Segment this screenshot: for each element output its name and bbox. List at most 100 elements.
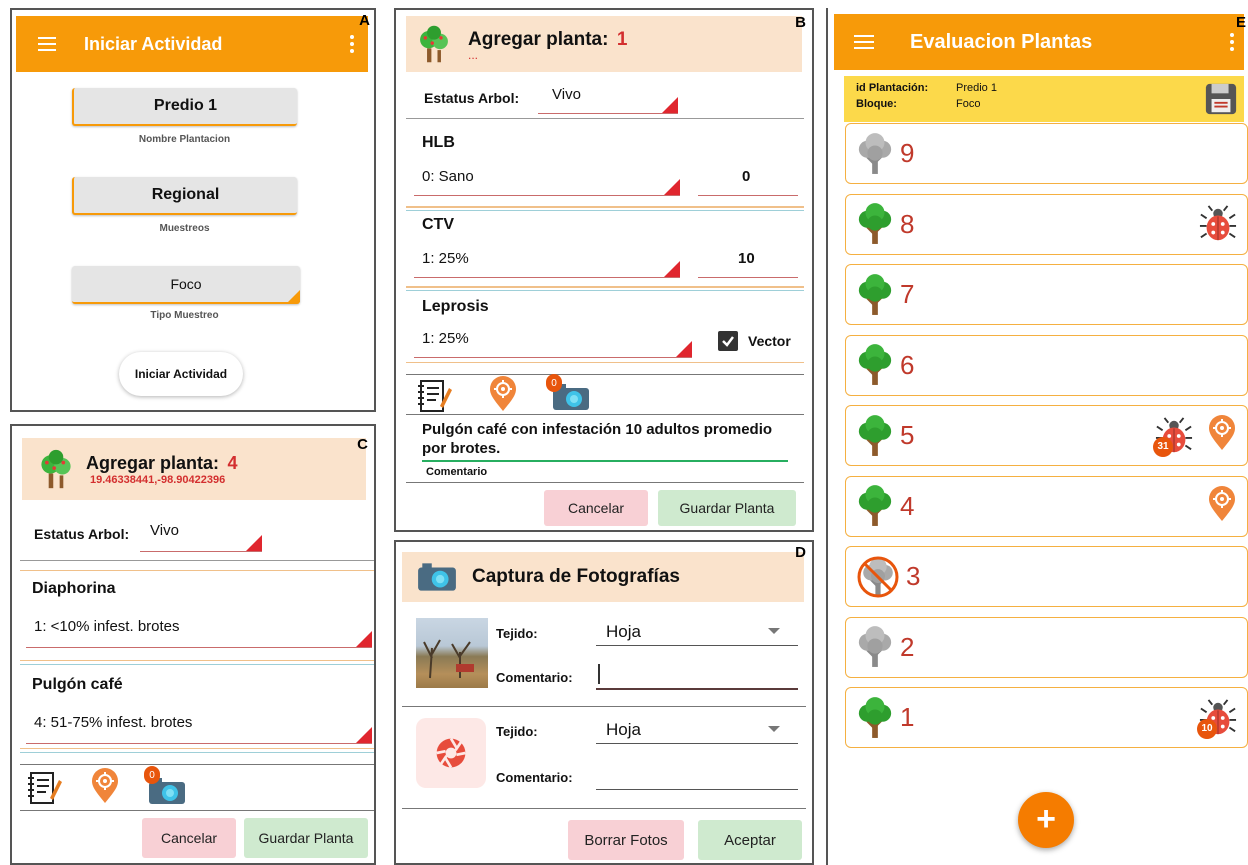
- ctv-title: CTV: [422, 216, 454, 233]
- save-plant-button[interactable]: Guardar Planta: [658, 490, 796, 526]
- comentario-input[interactable]: [596, 760, 798, 790]
- vector-checkbox[interactable]: [718, 331, 738, 351]
- coordinates: ...: [468, 48, 479, 62]
- form-header: Agregar planta: 1 ...: [406, 16, 802, 72]
- leprosis-select[interactable]: 1: 25%: [414, 328, 692, 358]
- tejido-select[interactable]: Hoja: [596, 616, 798, 646]
- divider: [20, 748, 374, 749]
- estatus-select[interactable]: Vivo: [538, 82, 678, 114]
- tipo-muestreo-select[interactable]: Foco: [72, 266, 300, 304]
- form-title: Agregar planta:: [86, 452, 220, 473]
- plant-number: 6: [900, 349, 915, 380]
- hlb-count-input[interactable]: 0: [698, 166, 798, 196]
- plus-icon: +: [1036, 799, 1056, 838]
- hlb-title: HLB: [422, 134, 455, 151]
- comment-text: Pulgón café con infestación 10 adultos p…: [422, 421, 773, 457]
- comment-label: Comentario: [426, 466, 488, 478]
- plant-card[interactable]: 5 31: [845, 405, 1248, 466]
- comment-input[interactable]: Pulgón café con infestación 10 adultos p…: [422, 420, 788, 462]
- plant-number: 3: [906, 561, 921, 591]
- leprosis-title: Leprosis: [422, 298, 489, 315]
- predio-button[interactable]: Predio 1: [72, 88, 297, 126]
- panel-c: C Agregar planta: 4 19.46338441,-98.9042…: [10, 424, 376, 865]
- photo-thumbnail[interactable]: [416, 618, 488, 688]
- location-pin-icon[interactable]: [90, 768, 120, 804]
- menu-icon[interactable]: [38, 37, 56, 51]
- delete-photos-button[interactable]: Borrar Fotos: [568, 820, 684, 860]
- dropdown-triangle-icon: [664, 179, 680, 195]
- photo-title: Captura de Fotografías: [472, 566, 680, 587]
- cancel-button[interactable]: Cancelar: [544, 490, 648, 526]
- panel-label-c: C: [357, 436, 368, 453]
- muestreo-button[interactable]: Regional: [72, 177, 297, 215]
- comentario-label: Comentario:: [496, 770, 573, 785]
- panel-label-d: D: [795, 544, 806, 561]
- take-photo-button[interactable]: [416, 718, 486, 788]
- tejido-value: Hoja: [606, 622, 641, 641]
- plant-card[interactable]: 1 10: [845, 687, 1248, 748]
- dropdown-triangle-icon: [664, 261, 680, 277]
- camera-aperture-icon: [433, 735, 469, 771]
- diaphorina-select[interactable]: 1: <10% infest. brotes: [26, 614, 372, 648]
- add-plant-fab[interactable]: +: [1018, 792, 1074, 848]
- dropdown-triangle-icon: [676, 341, 692, 357]
- form-title: Agregar planta:: [468, 29, 609, 50]
- divider: [20, 752, 374, 753]
- divider: [406, 206, 804, 208]
- divider: [20, 560, 374, 561]
- pulgon-select[interactable]: 4: 51-75% infest. brotes: [26, 710, 372, 744]
- hlb-select[interactable]: 0: Sano: [414, 166, 680, 196]
- comentario-input[interactable]: [596, 660, 798, 690]
- plant-card[interactable]: 9: [845, 123, 1248, 184]
- start-activity-button[interactable]: Iniciar Actividad: [119, 352, 243, 396]
- dropdown-arrow-icon: [768, 628, 780, 634]
- ctv-count-input[interactable]: 10: [698, 248, 798, 278]
- tejido-select[interactable]: Hoja: [596, 714, 798, 744]
- pest-bug-icon[interactable]: 31: [1153, 417, 1193, 457]
- tree-photo-icon: [423, 639, 474, 679]
- overflow-menu-icon[interactable]: [1230, 33, 1234, 51]
- photo-count-badge: 0: [546, 374, 562, 392]
- cancel-button[interactable]: Cancelar: [142, 818, 236, 858]
- divider: [402, 808, 806, 809]
- panel-e: E Evaluacion Plantas id Plantación: Pred…: [826, 8, 1248, 865]
- save-floppy-icon[interactable]: [1204, 81, 1238, 117]
- dropdown-arrow-icon: [768, 726, 780, 732]
- ctv-select[interactable]: 1: 25%: [414, 248, 680, 278]
- estatus-label: Estatus Arbol:: [424, 90, 520, 106]
- menu-icon[interactable]: [854, 35, 874, 49]
- plant-card[interactable]: 4: [845, 475, 1248, 537]
- overflow-menu-icon[interactable]: [350, 35, 354, 53]
- plant-card[interactable]: 6: [845, 334, 1248, 396]
- plant-card[interactable]: 3: [845, 546, 1248, 607]
- hlb-count: 0: [742, 168, 751, 185]
- save-plant-button[interactable]: Guardar Planta: [244, 818, 368, 858]
- green-tree-icon: [856, 273, 894, 317]
- panel-d: D Captura de Fotografías Tejido: Hoja Co…: [394, 540, 814, 865]
- notebook-icon[interactable]: [26, 770, 62, 806]
- panel-b: B Agregar planta: 1 ... Estatus Arbol: V…: [394, 8, 814, 532]
- pest-bug-icon[interactable]: 10: [1197, 699, 1237, 739]
- plant-card[interactable]: 8: [845, 193, 1248, 255]
- diaphorina-title: Diaphorina: [32, 580, 116, 597]
- pest-bug-icon[interactable]: [1199, 205, 1237, 243]
- accept-button[interactable]: Aceptar: [698, 820, 802, 860]
- location-pin-icon[interactable]: [1207, 415, 1237, 456]
- coordinates: 19.46338441,-98.90422396: [90, 473, 226, 486]
- pulgon-value: 4: 51-75% infest. brotes: [34, 714, 193, 731]
- tree-icon: [414, 24, 454, 64]
- tree-icon: [36, 448, 76, 490]
- app-bar: Iniciar Actividad: [16, 16, 368, 72]
- plant-card[interactable]: 2: [845, 616, 1248, 678]
- location-pin-icon[interactable]: [488, 376, 518, 412]
- plant-number: 4: [900, 490, 915, 521]
- plant-number: 2: [900, 631, 915, 662]
- estatus-select[interactable]: Vivo: [140, 520, 262, 552]
- plant-card[interactable]: 7: [845, 264, 1248, 325]
- pest-count-badge: 10: [1197, 718, 1217, 739]
- notebook-icon[interactable]: [416, 378, 452, 414]
- bloque-value: Foco: [956, 98, 981, 110]
- divider: [406, 210, 804, 211]
- ctv-value: 1: 25%: [422, 250, 469, 267]
- location-pin-icon[interactable]: [1207, 486, 1237, 527]
